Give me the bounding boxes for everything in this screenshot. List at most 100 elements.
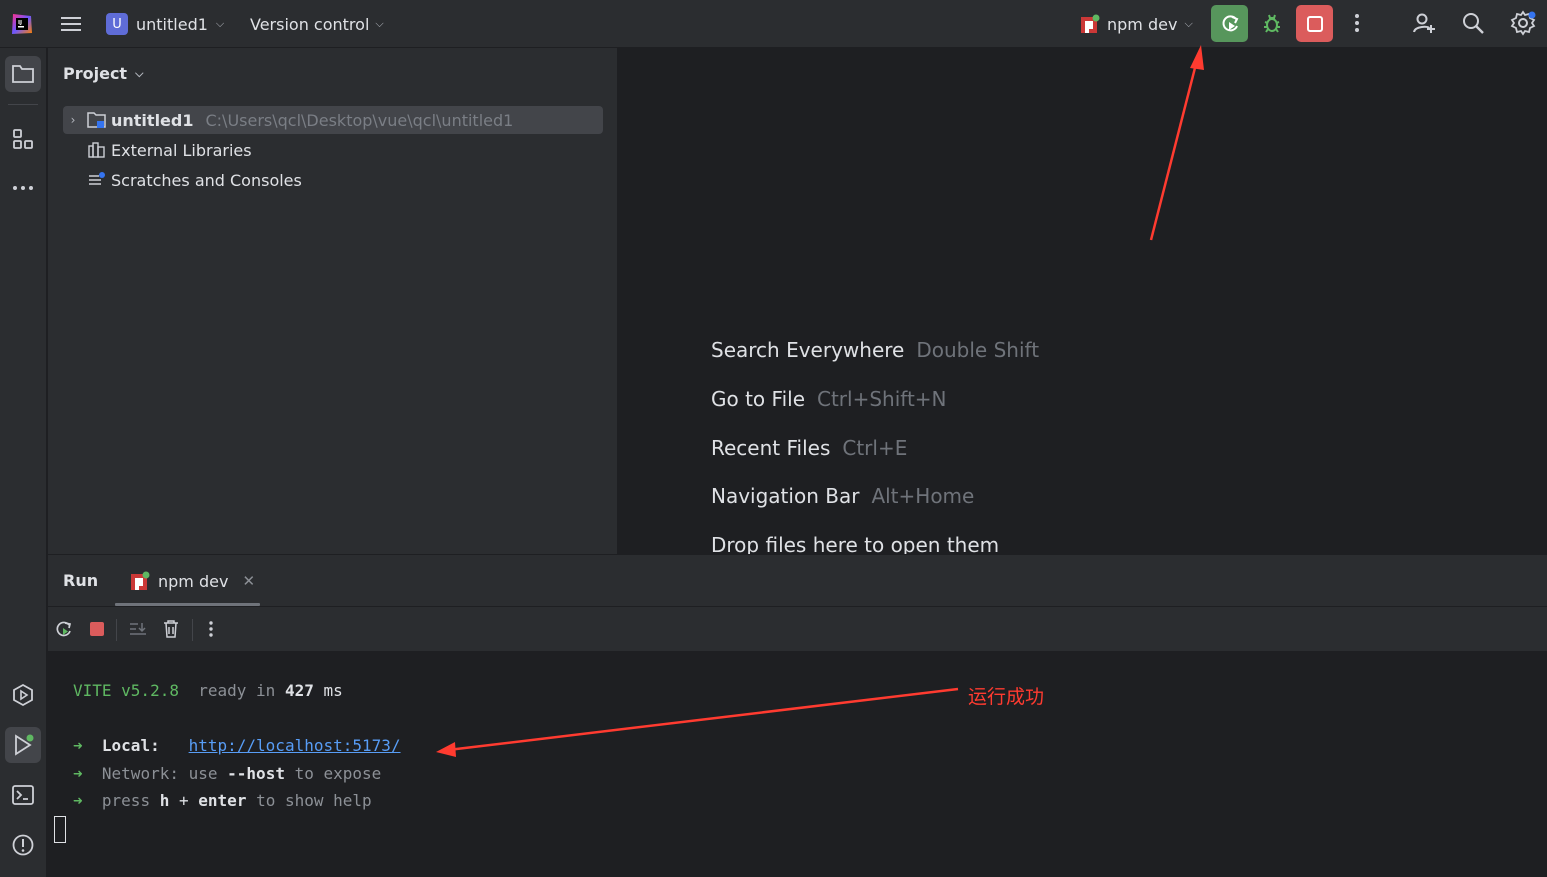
hint-label: Navigation Bar <box>711 484 860 508</box>
chevron-down-icon: ⌵ <box>135 66 144 80</box>
network-flag: --host <box>227 764 285 783</box>
console-cursor <box>54 816 66 843</box>
tree-item-path: C:\Users\qcl\Desktop\vue\qcl\untitled1 <box>205 110 514 130</box>
main-menu-icon[interactable] <box>58 11 84 37</box>
services-tool-icon[interactable] <box>5 677 41 713</box>
project-badge: U <box>106 13 128 35</box>
project-panel-title[interactable]: Project ⌵ <box>63 64 143 83</box>
structure-tool-icon[interactable] <box>5 121 41 157</box>
console-line-network: ➜ Network: use --host to expose <box>73 764 381 783</box>
svg-text:IJ: IJ <box>18 20 22 26</box>
npm-icon <box>131 571 150 590</box>
plus-text: + <box>179 791 189 810</box>
tree-item-project-root[interactable]: › untitled1 C:\Users\qcl\Desktop\vue\qcl… <box>63 106 603 134</box>
annotation-label: 运行成功 <box>968 686 1045 708</box>
run-config-label: npm dev <box>1107 14 1178 34</box>
version-control-label: Version control <box>250 14 370 34</box>
rerun-icon[interactable] <box>53 617 75 641</box>
arrow-icon: ➜ <box>73 764 83 783</box>
run-divider <box>48 606 1547 607</box>
network-label: Network: <box>101 764 179 783</box>
key-h: h <box>159 791 170 810</box>
vite-version: VITE v5.2.8 <box>73 681 179 700</box>
ready-text: ready in <box>198 681 276 700</box>
local-label: Local: <box>101 736 160 755</box>
run-config-selector[interactable]: npm dev ⌵ <box>1080 9 1193 39</box>
run-tab-npm-dev[interactable]: npm dev ✕ <box>130 567 255 595</box>
settings-icon[interactable] <box>1508 8 1538 38</box>
tree-item-label: untitled1 <box>111 110 194 130</box>
hint-navigation-bar: Navigation Bar Alt+Home <box>711 484 974 508</box>
npm-icon <box>1080 14 1100 34</box>
chevron-down-icon: ⌵ <box>215 17 225 30</box>
hint-shortcut: Double Shift <box>916 338 1040 362</box>
project-panel-title-label: Project <box>63 64 128 83</box>
scroll-to-end-icon[interactable] <box>127 617 149 641</box>
local-url-link[interactable]: http://localhost:5173/ <box>189 736 401 755</box>
network-rest: to expose <box>294 764 382 783</box>
stop-icon <box>1306 15 1323 32</box>
toolbar-separator <box>192 619 193 641</box>
add-user-icon[interactable] <box>1409 8 1439 38</box>
hint-shortcut: Alt+Home <box>871 484 975 508</box>
more-options-icon[interactable] <box>1346 8 1368 38</box>
terminal-tool-icon[interactable] <box>5 777 41 813</box>
network-use: use <box>188 764 218 783</box>
press-text: press <box>101 791 151 810</box>
arrow-icon: ➜ <box>73 791 83 810</box>
tree-item-label: Scratches and Consoles <box>111 170 302 190</box>
run-panel: Run npm dev ✕ VITE v5.2.8 ready in 427 m… <box>48 554 1547 877</box>
project-panel: Project ⌵ › untitled1 C:\Users\qcl\Deskt… <box>48 48 618 554</box>
chevron-right-icon[interactable]: › <box>63 113 83 127</box>
rerun-button[interactable] <box>1211 5 1248 42</box>
console-output[interactable]: VITE v5.2.8 ready in 427 ms ➜ Local: htt… <box>48 651 1547 877</box>
ready-ms: 427 <box>284 681 314 700</box>
key-enter: enter <box>198 791 247 810</box>
hint-go-to-file: Go to File Ctrl+Shift+N <box>711 387 947 411</box>
run-tab-label: npm dev <box>158 571 229 591</box>
rerun-icon <box>1222 14 1238 31</box>
project-selector[interactable]: U untitled1 ⌵ <box>106 9 224 39</box>
stop-button[interactable] <box>1296 5 1333 42</box>
console-line-local: ➜ Local: http://localhost:5173/ <box>73 736 401 755</box>
hint-search-everywhere: Search Everywhere Double Shift <box>711 338 1039 362</box>
trash-icon[interactable] <box>160 617 182 641</box>
hint-label: Recent Files <box>711 436 831 460</box>
hint-label: Drop files here to open them <box>711 533 1000 554</box>
title-bar: IJ U untitled1 ⌵ Version control ⌵ npm d… <box>0 0 1547 48</box>
tree-item-label: External Libraries <box>111 140 252 160</box>
console-line-help: ➜ press h + enter to show help <box>73 791 372 810</box>
chevron-down-icon: ⌵ <box>375 17 384 30</box>
toolbar-separator <box>116 619 117 641</box>
more-options-icon[interactable] <box>200 617 222 641</box>
tree-item-scratches[interactable]: Scratches and Consoles <box>87 166 302 194</box>
project-tool-icon[interactable] <box>5 56 41 92</box>
tool-window-strip <box>0 48 47 877</box>
hint-label: Search Everywhere <box>711 338 905 362</box>
search-icon[interactable] <box>1458 8 1488 38</box>
problems-tool-icon[interactable] <box>5 827 41 863</box>
more-tools-icon[interactable] <box>5 170 41 206</box>
run-tool-icon[interactable] <box>5 727 41 763</box>
hint-drop-files: Drop files here to open them <box>711 533 999 554</box>
ready-unit: ms <box>323 681 343 700</box>
app-logo-icon[interactable]: IJ <box>8 10 36 38</box>
close-tab-icon[interactable]: ✕ <box>242 572 255 590</box>
editor-empty-area[interactable]: Search Everywhere Double Shift Go to Fil… <box>619 48 1547 554</box>
debug-button[interactable] <box>1257 8 1287 38</box>
hint-shortcut: Ctrl+E <box>842 436 908 460</box>
run-panel-title: Run <box>63 571 99 590</box>
hint-recent-files: Recent Files Ctrl+E <box>711 436 907 460</box>
stop-icon[interactable] <box>86 617 108 641</box>
chevron-down-icon: ⌵ <box>1184 17 1193 30</box>
module-folder-icon <box>87 112 106 128</box>
tree-item-external-libraries[interactable]: External Libraries <box>87 136 252 164</box>
version-control-selector[interactable]: Version control ⌵ <box>250 9 384 39</box>
debug-icon <box>1264 14 1280 33</box>
console-line-vite: VITE v5.2.8 ready in 427 ms <box>73 681 343 700</box>
scratches-icon <box>89 172 105 185</box>
help-rest: to show help <box>256 791 372 810</box>
library-icon <box>88 142 105 158</box>
hint-shortcut: Ctrl+Shift+N <box>817 387 947 411</box>
hint-label: Go to File <box>711 387 805 411</box>
